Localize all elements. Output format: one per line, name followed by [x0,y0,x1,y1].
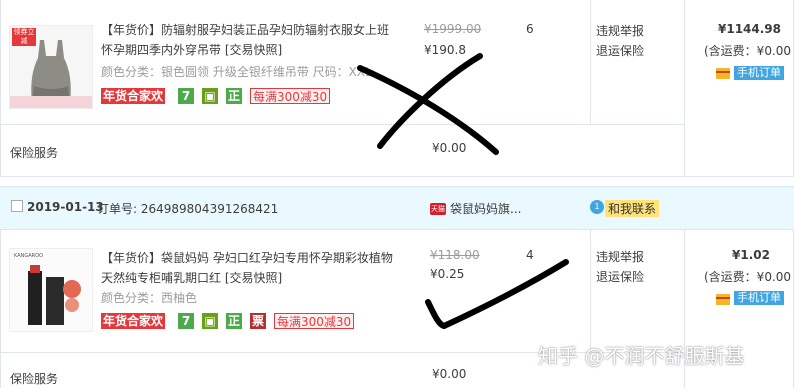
phone-order-badge[interactable]: 手机订单 [734,291,784,305]
coupon-tag: 每满300减30 [250,88,331,104]
order-date: 2019-01-13 [27,200,104,214]
product-title-line1[interactable]: 【年货价】袋鼠妈妈 孕妇口红孕妇专用怀孕期彩妆植物 [101,251,393,265]
product-title-line2[interactable]: 怀孕期四季内外穿吊带 [交易快照] [101,43,282,57]
divider [0,230,1,388]
phone-order-badge[interactable]: 手机订单 [734,66,784,80]
contact-count: 1 [594,202,600,211]
divider [0,0,1,176]
check-mark-icon [425,259,569,329]
return-insurance-link[interactable]: 退运保险 [596,42,644,59]
shop-name[interactable]: 袋鼠妈妈旗... [450,200,521,217]
bank-card-icon [716,294,730,305]
promo-tag: 年货合家欢 [101,313,166,329]
product-thumbnail[interactable]: 领券立减 [9,25,93,109]
bank-card-icon [716,68,730,79]
report-link[interactable]: 违规举报 [596,22,644,39]
product-thumbnail[interactable]: KANGAROO [9,248,93,332]
genuine-icon: 正 [226,88,242,104]
brand-text: KANGAROO [14,253,43,259]
sku-info: 颜色分类：西柚色 [101,291,198,305]
contact-seller-link[interactable]: 和我联系 [605,200,660,217]
order-number: 订单号: 264989804391268421 [97,202,279,216]
product-title[interactable]: 【年货价】袋鼠妈妈 孕妇口红孕妇专用怀孕期彩妆植物 天然纯专柜哺乳期口红 [交易… [101,248,401,288]
order-2-header: 2019-01-13 订单号: 264989804391268421 天猫 袋鼠… [0,186,794,230]
cross-mark-icon [357,53,499,155]
insurance-service-label: 保险服务 [10,146,59,160]
shipping-note: (含运费：¥0.00 [704,44,792,58]
product-title-line1[interactable]: 【年货价】防辐射服孕妇装正品孕妇防辐射衣服女上班 [101,23,389,37]
report-link[interactable]: 违规举报 [596,248,644,265]
thumb-badge: 领券立减 [12,28,36,46]
quantity: 6 [526,22,534,36]
seven-day-return-icon: 7 [178,313,194,329]
lipstick-image [28,265,81,325]
insurance-service-price: ¥0.00 [432,367,467,381]
tmall-icon: 天猫 [430,203,446,215]
return-insurance-link[interactable]: 退运保险 [596,268,644,285]
coupon-tag: 每满300减30 [274,313,355,329]
promo-tag: 年货合家欢 [101,88,166,104]
insurance-service-label: 保险服务 [10,372,59,386]
shipping-note: (含运费：¥0.00 [704,270,792,284]
guarantee-icon: ▣ [202,88,218,104]
genuine-icon: 正 [226,313,242,329]
divider [0,176,794,177]
divider [590,230,591,352]
divider [590,0,591,124]
guarantee-icon: ▣ [202,313,218,329]
watermark: 知乎 @不润不舒服斯基 [538,344,745,368]
divider [0,124,684,125]
product-title-line2[interactable]: 天然纯专柜哺乳期口红 [交易快照] [101,271,282,285]
invoice-icon: 票 [250,313,266,329]
order-total: ¥1.02 [732,248,770,262]
checkbox-icon[interactable] [11,200,23,212]
wangwang-icon[interactable]: 1 [590,200,604,214]
order-total: ¥1144.98 [718,22,782,36]
seven-day-return-icon: 7 [178,88,194,104]
divider [684,0,685,176]
sku-info: 颜色分类：银色圆领 升级全银纤维吊带 尺码：XXL [101,65,372,79]
original-price: ¥1999.00 [424,22,482,36]
